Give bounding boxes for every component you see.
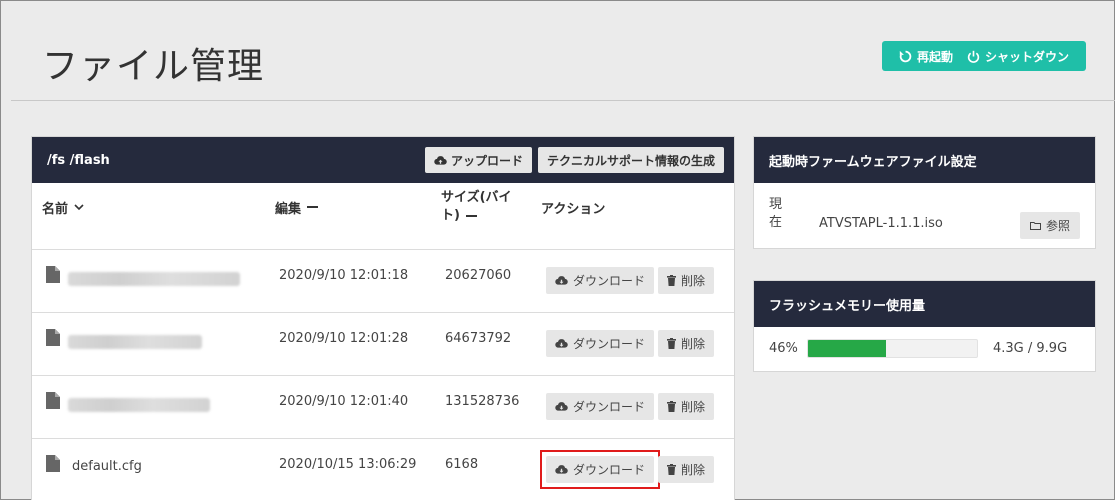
- table-row: 2020/9/10 12:01:40 131528736 ダウンロード 削除: [32, 376, 734, 439]
- browse-button[interactable]: 参照: [1019, 212, 1080, 239]
- download-button[interactable]: ダウンロード: [546, 456, 655, 483]
- cloud-download-icon: [555, 402, 568, 411]
- current-path: /fs /flash: [47, 152, 110, 168]
- flash-panel-title: フラッシュメモリー使用量: [754, 281, 1095, 327]
- download-button[interactable]: ダウンロード: [546, 393, 655, 420]
- delete-button[interactable]: 削除: [658, 267, 715, 294]
- sort-none-icon: [307, 206, 319, 208]
- download-label: ダウンロード: [573, 337, 646, 351]
- power-icon: [967, 50, 980, 63]
- file-date: 2020/9/10 12:01:18: [279, 268, 409, 283]
- cloud-upload-icon: [434, 155, 447, 165]
- file-panel-header: /fs /flash アップロード テクニカルサポート情報の生成: [32, 137, 734, 183]
- download-label: ダウンロード: [573, 274, 646, 288]
- column-action-label: アクション: [541, 201, 606, 217]
- column-edit[interactable]: 編集: [275, 197, 319, 217]
- file-date: 2020/10/15 13:06:29: [279, 457, 417, 472]
- folder-icon: [1029, 222, 1041, 230]
- file-icon: [46, 266, 60, 283]
- delete-label: 削除: [681, 400, 706, 414]
- column-edit-label: 編集: [275, 201, 302, 217]
- power-button-group: 再起動 シャットダウン: [881, 41, 1086, 71]
- upload-button[interactable]: アップロード: [424, 147, 532, 173]
- flash-usage-bar-fill: [808, 340, 886, 357]
- restart-label: 再起動: [916, 49, 953, 64]
- cloud-download-icon: [555, 465, 568, 474]
- file-icon: [46, 392, 60, 409]
- chevron-down-icon: [74, 203, 84, 210]
- file-name-redacted: [68, 398, 210, 412]
- trash-icon: [667, 275, 677, 286]
- current-label: 現在: [769, 197, 783, 230]
- download-button[interactable]: ダウンロード: [546, 330, 655, 357]
- shutdown-button[interactable]: シャットダウン: [960, 41, 1076, 71]
- column-name[interactable]: 名前: [42, 197, 84, 217]
- flash-usage-amount: 4.3G / 9.9G: [993, 341, 1068, 356]
- generate-support-info-button[interactable]: テクニカルサポート情報の生成: [537, 147, 724, 173]
- delete-label: 削除: [681, 274, 706, 288]
- cloud-download-icon: [555, 276, 568, 285]
- column-size[interactable]: サイズ(バイ ト): [441, 189, 531, 225]
- delete-label: 削除: [681, 463, 706, 477]
- file-icon: [46, 455, 60, 472]
- column-name-label: 名前: [42, 201, 69, 217]
- table-row: default.cfg 2020/10/15 13:06:29 6168 ダウン…: [32, 439, 734, 500]
- file-name-redacted: [68, 335, 202, 349]
- current-firmware-file: ATVSTAPL-1.1.1.iso: [819, 216, 943, 231]
- delete-button[interactable]: 削除: [658, 456, 715, 483]
- restart-button[interactable]: 再起動: [892, 41, 960, 71]
- page-title: ファイル管理: [42, 46, 265, 87]
- shutdown-label: シャットダウン: [984, 49, 1069, 64]
- support-label: テクニカルサポート情報の生成: [546, 153, 715, 168]
- flash-usage-percent: 46%: [769, 341, 798, 356]
- file-size: 20627060: [445, 268, 512, 283]
- download-label: ダウンロード: [573, 400, 646, 414]
- column-action: アクション: [541, 197, 605, 217]
- flash-usage-bar: [807, 339, 978, 358]
- flash-usage-panel: フラッシュメモリー使用量 46% 4.3G / 9.9G: [753, 280, 1096, 372]
- trash-icon: [667, 338, 677, 349]
- cloud-download-icon: [555, 339, 568, 348]
- file-date: 2020/9/10 12:01:28: [279, 331, 409, 346]
- page-header: ファイル管理 再起動 シャットダウン: [11, 1, 1115, 101]
- column-size-label-2: ト): [441, 208, 460, 223]
- file-size: 131528736: [445, 394, 520, 409]
- delete-button[interactable]: 削除: [658, 330, 715, 357]
- browse-label: 参照: [1045, 219, 1070, 233]
- file-size: 64673792: [445, 331, 512, 346]
- download-button[interactable]: ダウンロード: [546, 267, 655, 294]
- trash-icon: [667, 464, 677, 475]
- delete-label: 削除: [681, 337, 706, 351]
- download-label: ダウンロード: [573, 463, 646, 477]
- file-date: 2020/9/10 12:01:40: [279, 394, 409, 409]
- sort-none-icon: [465, 215, 477, 217]
- table-row: 2020/9/10 12:01:18 20627060 ダウンロード 削除: [32, 250, 734, 313]
- column-size-label-1: サイズ(バイ: [441, 190, 512, 205]
- file-size: 6168: [445, 457, 479, 472]
- trash-icon: [667, 401, 677, 412]
- table-header: 名前 編集 サイズ(バイ ト) アクション: [32, 183, 734, 250]
- table-row: 2020/9/10 12:01:28 64673792 ダウンロード 削除: [32, 313, 734, 376]
- firmware-panel-title: 起動時ファームウェアファイル設定: [754, 137, 1095, 183]
- upload-label: アップロード: [450, 153, 523, 168]
- file-name[interactable]: default.cfg: [72, 459, 142, 474]
- restart-icon: [899, 50, 912, 62]
- boot-firmware-panel: 起動時ファームウェアファイル設定 現在 ATVSTAPL-1.1.1.iso 参…: [753, 136, 1096, 249]
- delete-button[interactable]: 削除: [658, 393, 715, 420]
- file-list-panel: /fs /flash アップロード テクニカルサポート情報の生成 名前 編集 サ…: [31, 136, 735, 500]
- file-name-redacted: [68, 272, 240, 286]
- file-icon: [46, 329, 60, 346]
